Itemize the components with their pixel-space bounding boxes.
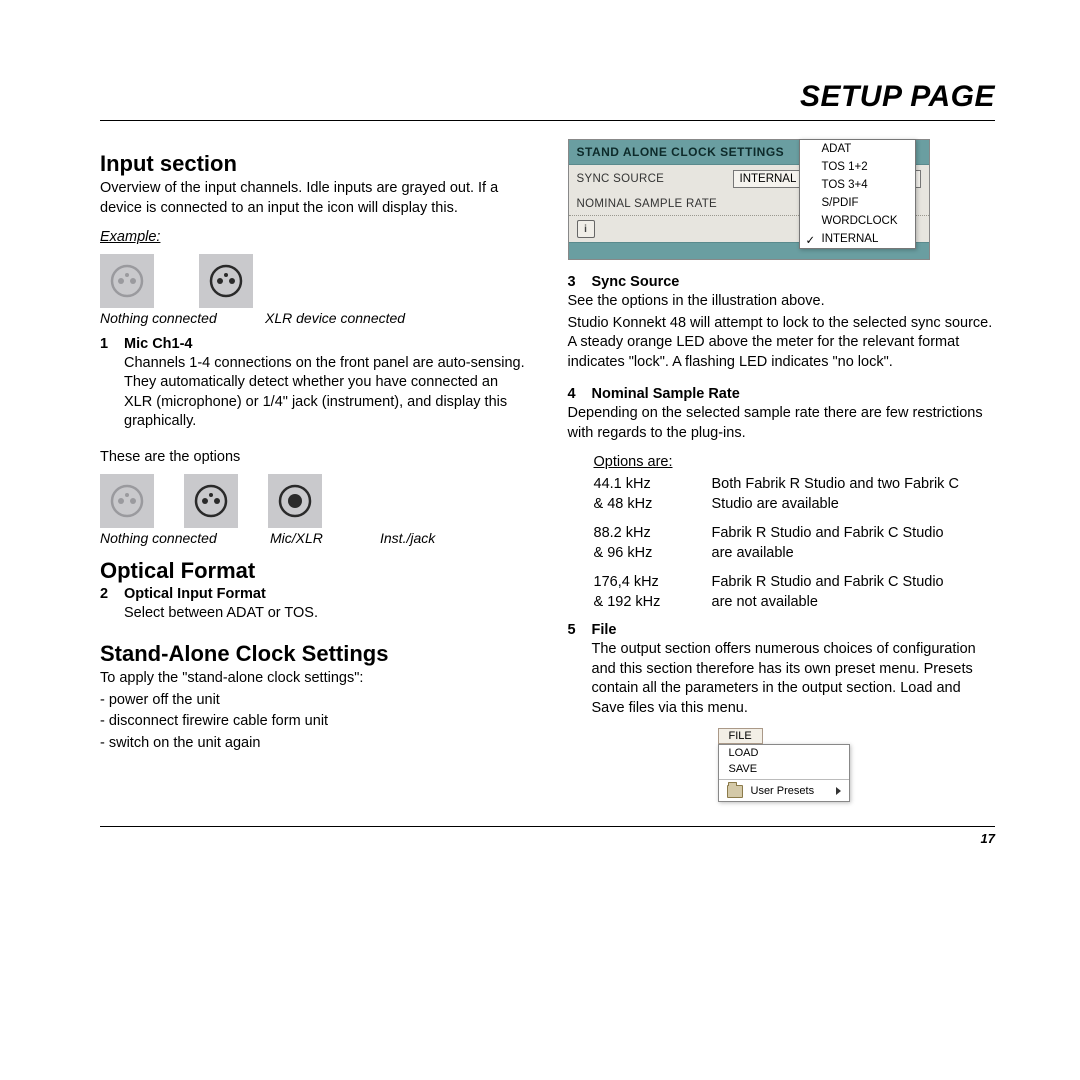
opt-desc: Both Fabrik R Studio and two Fabrik C bbox=[712, 475, 996, 495]
sync-p2: Studio Konnekt 48 will attempt to lock t… bbox=[568, 314, 996, 373]
caption-instjack: Inst./jack bbox=[380, 530, 450, 546]
these-options-label: These are the options bbox=[100, 448, 528, 468]
example-captions: Nothing connected XLR device connected bbox=[100, 310, 528, 326]
caption-nothing: Nothing connected bbox=[100, 310, 240, 326]
item-5-num: 5 bbox=[568, 622, 582, 720]
sample-rate-label: NOMINAL SAMPLE RATE bbox=[577, 198, 727, 210]
item-4-num: 4 bbox=[568, 386, 582, 402]
info-icon[interactable]: i bbox=[577, 220, 595, 238]
file-button[interactable]: FILE bbox=[718, 728, 763, 744]
sync-p1: See the options in the illustration abov… bbox=[568, 292, 996, 312]
option-icons bbox=[100, 474, 528, 528]
item-2-title: Optical Input Format bbox=[124, 586, 266, 602]
dropdown-option[interactable]: ADAT bbox=[800, 140, 915, 158]
sync-source-dropdown[interactable]: ADAT TOS 1+2 TOS 3+4 S/PDIF WORDCLOCK IN… bbox=[799, 139, 916, 249]
opt-rate: 44.1 kHz bbox=[594, 475, 684, 495]
opt-rate: & 192 kHz bbox=[594, 593, 684, 613]
left-column: Input section Overview of the input chan… bbox=[100, 139, 528, 802]
opt-rate: & 96 kHz bbox=[594, 544, 684, 564]
opt-rate: 176,4 kHz bbox=[594, 573, 684, 593]
item-1-num: 1 bbox=[100, 336, 114, 434]
folder-icon bbox=[727, 785, 743, 798]
xlr-connected-icon bbox=[199, 254, 253, 308]
item-2-text: Select between ADAT or TOS. bbox=[124, 604, 528, 624]
item-5: 5 File The output section offers numerou… bbox=[568, 622, 996, 720]
item-1: 1 Mic Ch1-4 Channels 1-4 connections on … bbox=[100, 336, 528, 434]
dropdown-option[interactable]: S/PDIF bbox=[800, 194, 915, 212]
user-presets-item[interactable]: User Presets bbox=[719, 782, 849, 801]
dropdown-option[interactable]: TOS 3+4 bbox=[800, 176, 915, 194]
opt-desc: Fabrik R Studio and Fabrik C Studio bbox=[712, 524, 996, 544]
item-3-num: 3 bbox=[568, 274, 582, 290]
inst-jack-icon bbox=[268, 474, 322, 528]
clock-step-2: - disconnect firewire cable form unit bbox=[100, 712, 528, 732]
dropdown-option-selected[interactable]: INTERNAL bbox=[800, 230, 915, 248]
clock-step-1: - power off the unit bbox=[100, 691, 528, 711]
top-rule bbox=[100, 120, 995, 121]
item-4-title: Nominal Sample Rate bbox=[592, 386, 740, 402]
page-footer: 17 bbox=[100, 826, 995, 846]
file-dropdown[interactable]: LOAD SAVE User Presets bbox=[718, 744, 850, 802]
opt-rate: & 48 kHz bbox=[594, 495, 684, 515]
item-2-num: 2 bbox=[100, 586, 114, 626]
opt-rate: 88.2 kHz bbox=[594, 524, 684, 544]
heading-clock-settings: Stand-Alone Clock Settings bbox=[100, 641, 528, 667]
item-5-text: The output section offers numerous choic… bbox=[592, 640, 996, 718]
chevron-right-icon bbox=[836, 787, 841, 795]
opt-desc: are available bbox=[712, 544, 996, 564]
page-number: 17 bbox=[981, 831, 995, 846]
opt-desc: are not available bbox=[712, 593, 996, 613]
heading-optical-format: Optical Format bbox=[100, 558, 528, 584]
page-title: SETUP PAGE bbox=[100, 80, 995, 114]
manual-page: SETUP PAGE Input section Overview of the… bbox=[0, 0, 1080, 876]
sync-source-value: INTERNAL bbox=[740, 173, 797, 185]
caption-xlr: XLR device connected bbox=[265, 310, 415, 326]
dropdown-option[interactable]: WORDCLOCK bbox=[800, 212, 915, 230]
opt-desc: Studio are available bbox=[712, 495, 996, 515]
dropdown-option[interactable]: TOS 1+2 bbox=[800, 158, 915, 176]
clock-settings-panel: STAND ALONE CLOCK SETTINGS SYNC SOURCE I… bbox=[568, 139, 930, 260]
option-captions: Nothing connected Mic/XLR Inst./jack bbox=[100, 530, 528, 546]
clock-step-3: - switch on the unit again bbox=[100, 734, 528, 754]
menu-separator bbox=[719, 779, 849, 780]
nsr-text: Depending on the selected sample rate th… bbox=[568, 404, 996, 443]
example-label: Example: bbox=[100, 228, 528, 248]
clock-intro: To apply the "stand-alone clock settings… bbox=[100, 669, 528, 689]
right-column: STAND ALONE CLOCK SETTINGS SYNC SOURCE I… bbox=[568, 139, 996, 802]
item-4: 4 Nominal Sample Rate bbox=[568, 386, 996, 402]
options-table: 44.1 kHz Both Fabrik R Studio and two Fab… bbox=[594, 475, 996, 612]
user-presets-label: User Presets bbox=[751, 785, 815, 797]
file-menu: FILE LOAD SAVE User Presets bbox=[718, 727, 996, 802]
xlr-idle-icon-2 bbox=[100, 474, 154, 528]
caption-nothing-2: Nothing connected bbox=[100, 530, 240, 546]
mic-xlr-icon bbox=[184, 474, 238, 528]
example-icons bbox=[100, 254, 528, 308]
item-5-title: File bbox=[592, 622, 617, 638]
content-columns: Input section Overview of the input chan… bbox=[100, 139, 995, 802]
item-2: 2 Optical Input Format Select between AD… bbox=[100, 586, 528, 626]
xlr-idle-icon bbox=[100, 254, 154, 308]
heading-input-section: Input section bbox=[100, 151, 528, 177]
options-label: Options are: bbox=[594, 453, 996, 473]
caption-micxlr: Mic/XLR bbox=[270, 530, 350, 546]
sync-source-label: SYNC SOURCE bbox=[577, 173, 727, 185]
opt-desc: Fabrik R Studio and Fabrik C Studio bbox=[712, 573, 996, 593]
item-1-text: Channels 1-4 connections on the front pa… bbox=[124, 354, 528, 432]
item-3-title: Sync Source bbox=[592, 274, 680, 290]
input-description: Overview of the input channels. Idle inp… bbox=[100, 179, 528, 218]
item-3: 3 Sync Source bbox=[568, 274, 996, 290]
item-1-title: Mic Ch1-4 bbox=[124, 336, 193, 352]
file-load[interactable]: LOAD bbox=[719, 745, 849, 761]
file-save[interactable]: SAVE bbox=[719, 761, 849, 777]
